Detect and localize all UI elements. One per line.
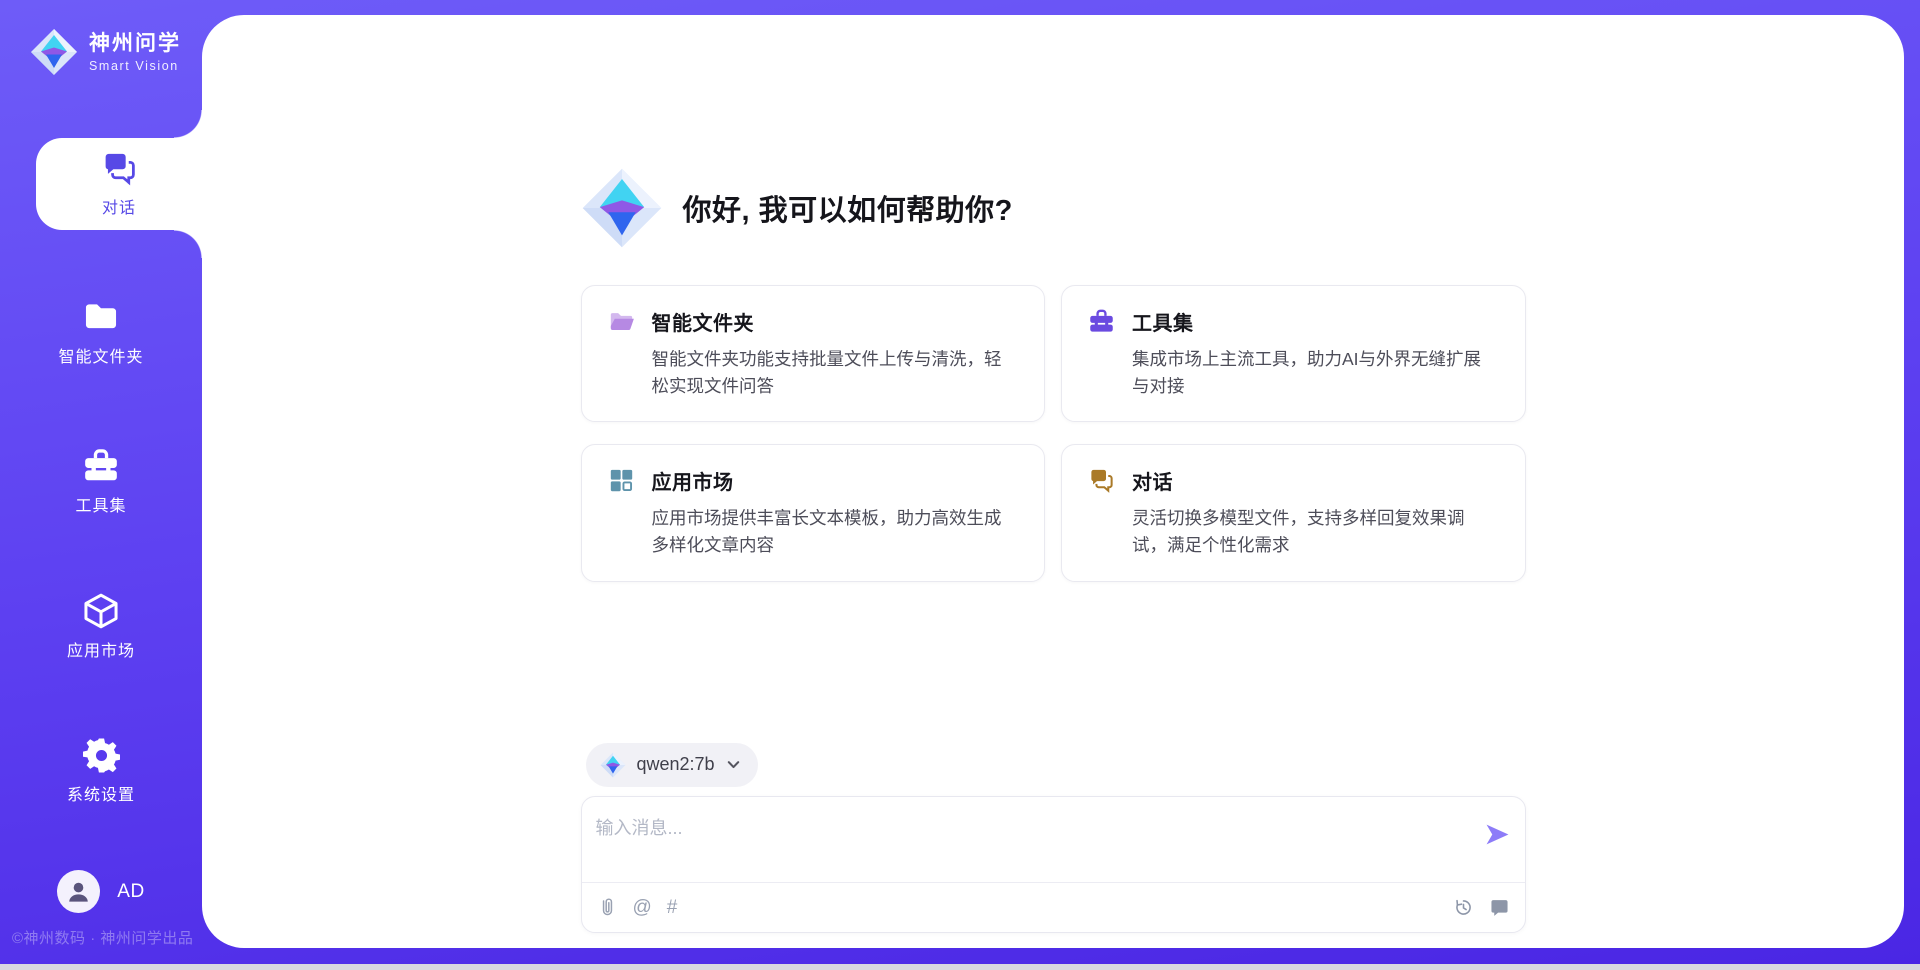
sidebar-item-label: 智能文件夹 [58,343,143,367]
toolbox-icon [82,447,120,485]
card-title: 对话 [1132,466,1173,495]
card-title: 应用市场 [652,466,734,495]
greeting-title: 你好, 我可以如何帮助你? [683,187,1013,229]
send-button[interactable] [1485,822,1510,847]
brand-title: 神州问学 [89,31,181,56]
avatar [57,870,100,913]
chat-bubbles-icon [1088,467,1115,494]
sidebar-item-smart-folder[interactable]: 智能文件夹 [0,301,202,363]
brand-logo: 神州问学 Smart Vision [0,0,202,80]
model-selector-row: qwen2:7b [581,743,1526,787]
card-toolset[interactable]: 工具集 集成市场上主流工具，助力AI与外界无缝扩展与对接 [1061,285,1526,422]
message-composer: 输入消息... @ # [581,796,1526,933]
diamond-logo-icon [30,28,78,76]
sidebar-item-label: 系统设置 [67,781,135,805]
sidebar-item-app-market[interactable]: 应用市场 [0,595,202,657]
card-description: 应用市场提供丰富长文本模板，助力高效生成多样化文章内容 [652,505,1019,559]
paperclip-icon [597,897,618,918]
sidebar-item-settings[interactable]: 系统设置 [0,740,202,802]
feature-cards: 智能文件夹 智能文件夹功能支持批量文件上传与清洗，轻松实现文件问答 工具集 集成… [581,285,1526,582]
chat-bubbles-icon [101,150,138,187]
sidebar-item-toolset[interactable]: 工具集 [0,450,202,512]
person-icon [65,878,92,905]
chevron-down-icon [726,757,741,772]
greeting-section: 你好, 我可以如何帮助你? [581,167,1526,249]
briefcase-icon [1088,308,1115,335]
user-label: AD [117,881,144,903]
user-account-button[interactable]: AD [0,870,202,913]
attach-file-button[interactable] [597,897,618,918]
sidebar-item-label: 应用市场 [67,637,135,661]
folder-open-icon [608,308,635,335]
card-smart-folder[interactable]: 智能文件夹 智能文件夹功能支持批量文件上传与清洗，轻松实现文件问答 [581,285,1046,422]
grid-icon [608,467,635,494]
mention-button[interactable]: @ [633,898,652,917]
card-description: 集成市场上主流工具，助力AI与外界无缝扩展与对接 [1132,346,1499,400]
cube-icon [82,592,120,630]
sidebar-item-label: 工具集 [75,492,126,516]
model-selector-dropdown[interactable]: qwen2:7b [586,743,758,787]
model-name: qwen2:7b [637,754,715,775]
card-app-market[interactable]: 应用市场 应用市场提供丰富长文本模板，助力高效生成多样化文章内容 [581,444,1046,581]
message-input[interactable]: 输入消息... [582,797,1525,882]
brand-subtitle: Smart Vision [89,59,181,73]
history-icon [1453,897,1474,918]
conversation-button[interactable] [1489,897,1510,918]
sidebar-item-label: 对话 [102,194,136,218]
chat-square-icon [1489,897,1510,918]
hash-icon: # [667,898,678,917]
sidebar: 神州问学 Smart Vision 对话 智能文件夹 工具集 [0,0,202,964]
folder-icon [82,298,120,336]
main-content-panel: 你好, 我可以如何帮助你? 智能文件夹 智能文件夹功能支持批量文件上传与清洗，轻… [202,15,1904,948]
card-description: 灵活切换多模型文件，支持多样回复效果调试，满足个性化需求 [1132,505,1499,559]
topic-button[interactable]: # [667,898,678,917]
message-input-placeholder: 输入消息... [596,818,683,838]
card-title: 工具集 [1132,307,1194,336]
diamond-logo-icon [600,752,626,778]
composer-toolbar: @ # [582,883,1525,932]
card-description: 智能文件夹功能支持批量文件上传与清洗，轻松实现文件问答 [652,346,1019,400]
horizontal-scrollbar[interactable] [0,964,1920,970]
card-chat[interactable]: 对话 灵活切换多模型文件，支持多样回复效果调试，满足个性化需求 [1061,444,1526,581]
gear-icon [83,737,120,774]
sidebar-item-chat[interactable]: 对话 [36,138,202,230]
history-button[interactable] [1453,897,1474,918]
copyright-text: ©神州数码 · 神州问学出品 [0,927,202,964]
sidebar-nav: 对话 智能文件夹 工具集 应用市场 系统设置 [0,138,202,802]
diamond-logo-icon [581,167,663,249]
mention-icon: @ [633,898,652,917]
card-title: 智能文件夹 [652,307,755,336]
